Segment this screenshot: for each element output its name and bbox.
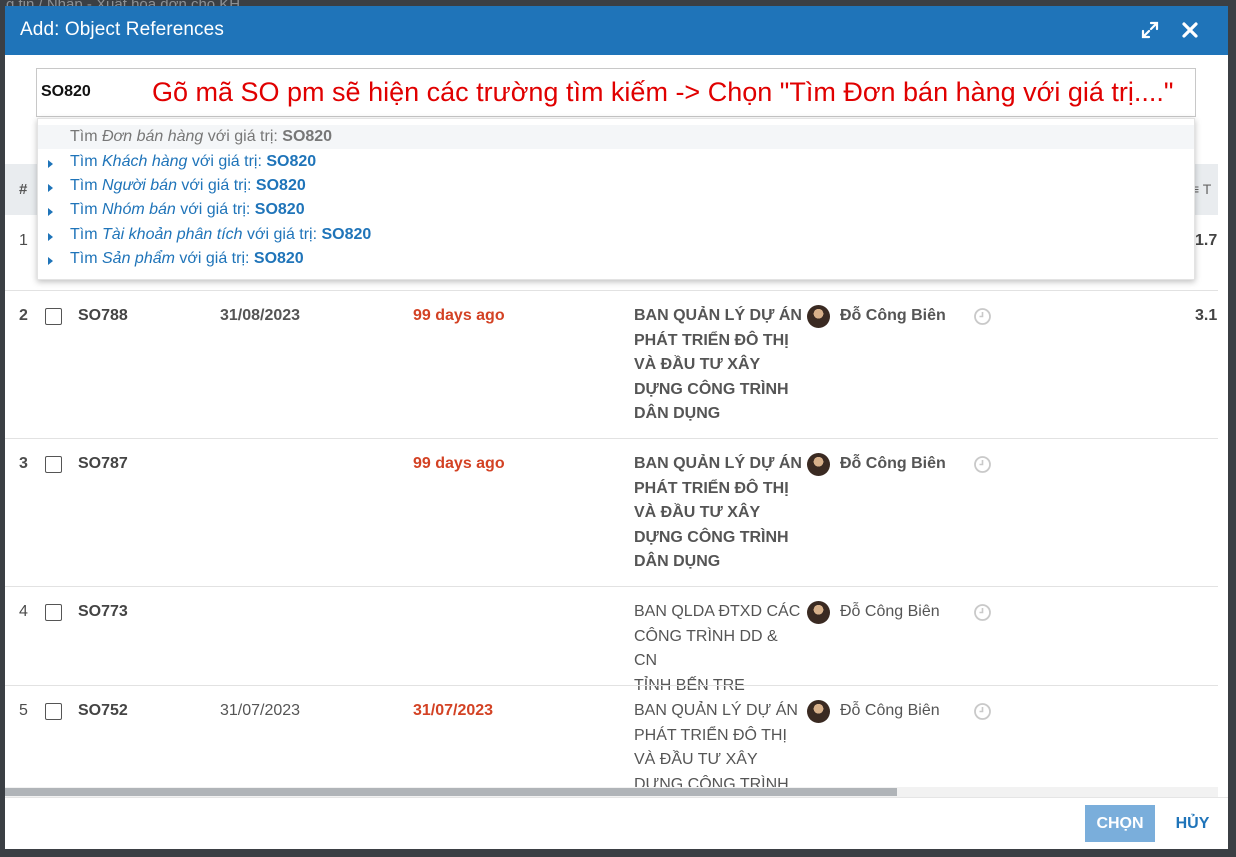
row-index: 4 <box>19 603 28 620</box>
row-due-status: 99 days ago <box>413 307 505 324</box>
row-amount: 1.7 <box>1195 232 1218 249</box>
row-order-code: SO787 <box>78 455 128 472</box>
avatar <box>807 601 830 624</box>
clock-icon <box>973 455 992 474</box>
row-customer: BAN QUẢN LÝ DỰ ÁN PHÁT TRIỂN ĐÔ THỊ VÀ Đ… <box>634 307 802 422</box>
horizontal-scrollbar-thumb[interactable] <box>5 788 897 796</box>
suggestion-sales-order[interactable]: Tìm Đơn bán hàng với giá trị: SO820 <box>38 125 1194 149</box>
table-row[interactable]: 2 SO788 31/08/2023 99 days ago BAN QUẢN … <box>5 290 1218 438</box>
clock-icon <box>973 702 992 721</box>
object-references-dialog: Add: Object References # ≡ T 1 1.7 2 SO7… <box>5 6 1228 849</box>
row-due-status: 31/07/2023 <box>413 702 494 719</box>
avatar <box>807 700 830 723</box>
caret-right-icon <box>48 257 53 265</box>
table-row[interactable]: 3 SO787 99 days ago BAN QUẢN LÝ DỰ ÁN PH… <box>5 438 1218 586</box>
row-index: 2 <box>19 307 28 324</box>
suggestion-customer[interactable]: Tìm Khách hàng với giá trị: SO820 <box>38 150 1194 174</box>
search-input[interactable]: SO820 Gõ mã SO pm sẽ hiện các trường tìm… <box>36 68 1196 117</box>
row-amount: 3.1 <box>1195 307 1218 324</box>
dialog-title: Add: Object References <box>20 19 224 40</box>
row-order-code: SO773 <box>78 603 128 620</box>
row-customer: BAN QLDA ĐTXD CÁC CÔNG TRÌNH DD & CN TỈN… <box>634 603 801 694</box>
close-icon[interactable] <box>1178 18 1202 42</box>
search-input-value: SO820 <box>41 83 91 100</box>
clock-icon <box>973 603 992 622</box>
row-order-date: 31/07/2023 <box>220 702 301 719</box>
row-order-date: 31/08/2023 <box>220 307 301 324</box>
suggestion-salesperson[interactable]: Tìm Người bán với giá trị: SO820 <box>38 174 1194 198</box>
choose-button[interactable]: CHỌN <box>1085 805 1155 842</box>
suggestion-sales-team[interactable]: Tìm Nhóm bán với giá trị: SO820 <box>38 198 1194 222</box>
caret-right-icon <box>48 233 53 241</box>
row-checkbox[interactable] <box>45 604 62 621</box>
table-row[interactable]: 4 SO773 BAN QLDA ĐTXD CÁC CÔNG TRÌNH DD … <box>5 586 1218 694</box>
row-checkbox[interactable] <box>45 456 62 473</box>
row-checkbox[interactable] <box>45 703 62 720</box>
row-salesperson: Đỗ Công Biên <box>840 307 946 324</box>
row-index: 5 <box>19 702 28 719</box>
caret-right-icon <box>48 160 53 168</box>
avatar <box>807 453 830 476</box>
suggestion-product[interactable]: Tìm Sản phẩm với giá trị: SO820 <box>38 247 1194 271</box>
table-row[interactable]: 5 SO752 31/07/2023 31/07/2023 BAN QUẢN L… <box>5 685 1218 793</box>
column-header-index: # <box>19 181 28 198</box>
row-salesperson: Đỗ Công Biên <box>840 603 940 620</box>
caret-right-icon <box>48 208 53 216</box>
instruction-annotation: Gõ mã SO pm sẽ hiện các trường tìm kiếm … <box>152 77 1174 107</box>
row-salesperson: Đỗ Công Biên <box>840 702 940 719</box>
search-suggestions-dropdown: Tìm Đơn bán hàng với giá trị: SO820 Tìm … <box>37 118 1195 280</box>
dialog-header: Add: Object References <box>5 6 1228 55</box>
row-order-code: SO788 <box>78 307 128 324</box>
row-customer: BAN QUẢN LÝ DỰ ÁN PHÁT TRIỂN ĐÔ THỊ VÀ Đ… <box>634 702 798 793</box>
row-order-code: SO752 <box>78 702 128 719</box>
clock-icon <box>973 307 992 326</box>
row-index: 3 <box>19 455 28 472</box>
avatar <box>807 305 830 328</box>
row-due-status: 99 days ago <box>413 455 505 472</box>
row-index: 1 <box>19 232 28 249</box>
suggestion-analytic-account[interactable]: Tìm Tài khoản phân tích với giá trị: SO8… <box>38 223 1194 247</box>
row-customer: BAN QUẢN LÝ DỰ ÁN PHÁT TRIỂN ĐÔ THỊ VÀ Đ… <box>634 455 802 570</box>
expand-icon[interactable] <box>1138 18 1162 42</box>
row-salesperson: Đỗ Công Biên <box>840 455 946 472</box>
dialog-footer <box>5 797 1228 849</box>
cancel-button[interactable]: HỦY <box>1170 805 1215 842</box>
row-checkbox[interactable] <box>45 308 62 325</box>
caret-right-icon <box>48 184 53 192</box>
